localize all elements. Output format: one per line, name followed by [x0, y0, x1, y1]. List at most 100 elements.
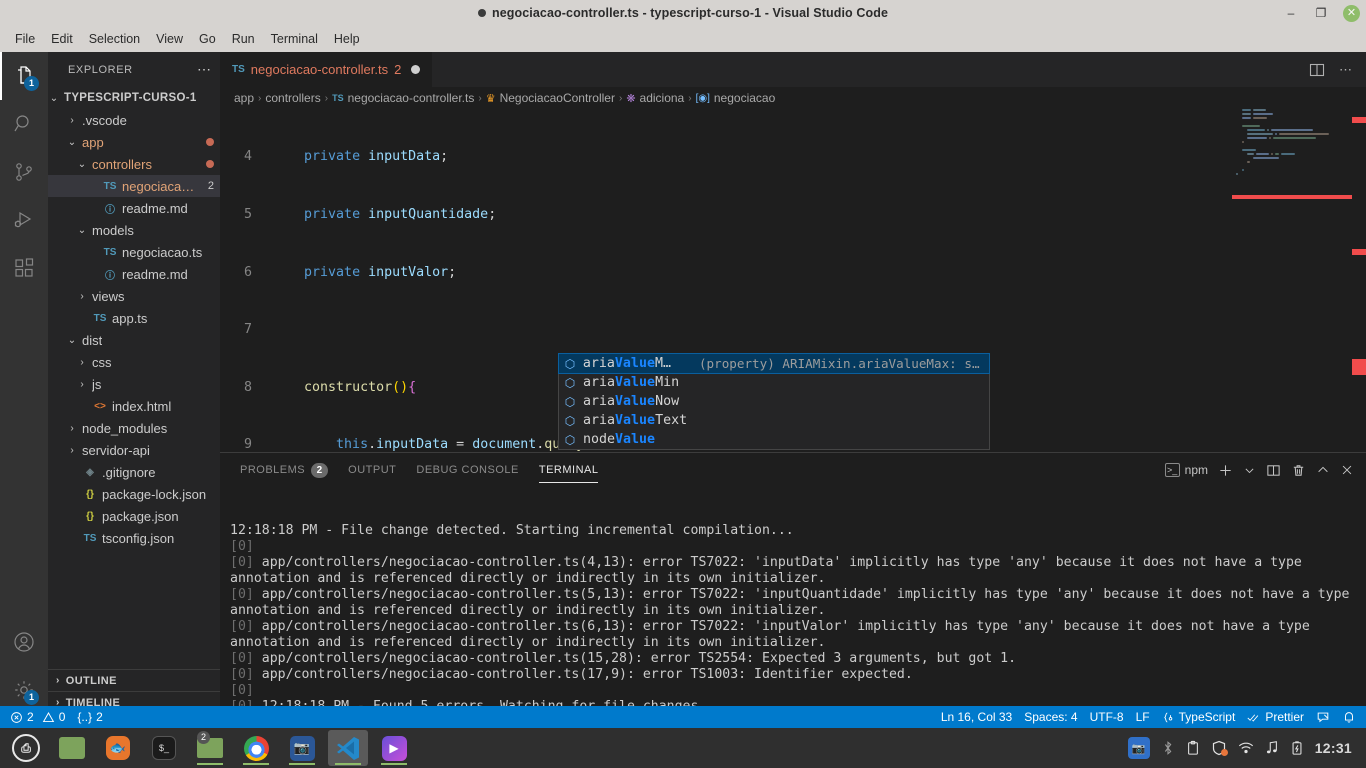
collapse-panel-icon[interactable]: [1316, 463, 1330, 477]
menu-file[interactable]: File: [8, 30, 42, 48]
chevron-down-icon[interactable]: [1243, 464, 1256, 477]
tree-item--gitignore[interactable]: ◈ .gitignore: [48, 461, 220, 483]
taskbar-menu-button[interactable]: ⎙: [6, 730, 46, 766]
autocomplete-suggestions[interactable]: ⬡ ariaValueM… (property) ARIAMixin.ariaVal…: [558, 353, 990, 450]
tree-item--vscode[interactable]: › .vscode: [48, 109, 220, 131]
bluetooth-icon[interactable]: [1161, 740, 1175, 756]
new-terminal-icon[interactable]: [1218, 463, 1233, 478]
tree-item-package-lock-json[interactable]: {} package-lock.json: [48, 483, 220, 505]
maximize-button[interactable]: ❐: [1313, 5, 1329, 21]
taskbar-clock[interactable]: 12:31: [1315, 740, 1352, 756]
tree-item-views[interactable]: › views: [48, 285, 220, 307]
tree-item-servidor-api[interactable]: › servidor-api: [48, 439, 220, 461]
tree-item-js[interactable]: › js: [48, 373, 220, 395]
menu-selection[interactable]: Selection: [82, 30, 147, 48]
status-notifications[interactable]: [1336, 706, 1362, 728]
minimize-button[interactable]: –: [1283, 5, 1299, 21]
tab-output[interactable]: OUTPUT: [338, 453, 406, 487]
close-panel-icon[interactable]: [1340, 463, 1354, 477]
split-terminal-icon[interactable]: [1266, 463, 1281, 478]
status-encoding[interactable]: UTF-8: [1084, 706, 1130, 728]
menu-go[interactable]: Go: [192, 30, 223, 48]
sidebar-section-outline[interactable]: › OUTLINE: [48, 670, 220, 692]
shield-icon[interactable]: [1211, 740, 1228, 756]
taskbar-screenshot-tool[interactable]: 📷: [282, 730, 322, 766]
sidebar-more-actions-icon[interactable]: ⋯: [197, 61, 212, 78]
activity-extensions[interactable]: [0, 244, 48, 292]
activity-accounts[interactable]: [0, 618, 48, 666]
taskbar-media-player[interactable]: ▶: [374, 730, 414, 766]
tree-item-package-json[interactable]: {} package.json: [48, 505, 220, 527]
activity-run-debug[interactable]: [0, 196, 48, 244]
tab-dirty-indicator-icon[interactable]: [411, 65, 421, 74]
tab-problems[interactable]: PROBLEMS 2: [230, 453, 338, 487]
menu-terminal[interactable]: Terminal: [264, 30, 325, 48]
breadcrumb-app[interactable]: app: [234, 91, 254, 105]
tree-root-folder[interactable]: ⌄ TYPESCRIPT-CURSO-1: [48, 87, 220, 109]
music-note-icon[interactable]: [1265, 740, 1279, 756]
breadcrumb-method[interactable]: ❋ adiciona: [626, 91, 684, 105]
tree-item-negociacao-c-[interactable]: TS negociacao-c... 2: [48, 175, 220, 197]
taskbar-vscode[interactable]: [328, 730, 368, 766]
minimap[interactable]: [1232, 109, 1352, 455]
tree-item-app[interactable]: ⌄ app: [48, 131, 220, 153]
menu-run[interactable]: Run: [225, 30, 262, 48]
code-editor[interactable]: 4 private inputData; 5 private inputQuan…: [220, 109, 1366, 455]
menu-view[interactable]: View: [149, 30, 190, 48]
status-feedback[interactable]: [1310, 706, 1336, 728]
battery-icon[interactable]: [1290, 740, 1304, 756]
status-eol[interactable]: LF: [1130, 706, 1156, 728]
status-cursor-position[interactable]: Ln 16, Col 33: [935, 706, 1018, 728]
menu-edit[interactable]: Edit: [44, 30, 80, 48]
close-button[interactable]: ✕: [1343, 4, 1360, 22]
tab-terminal[interactable]: TERMINAL: [529, 453, 609, 487]
tree-item-css[interactable]: › css: [48, 351, 220, 373]
suggestion-item[interactable]: ⬡ ariaValueText: [559, 411, 989, 430]
tree-item-readme-md[interactable]: ⓘ readme.md: [48, 263, 220, 285]
status-ports[interactable]: {..} 2: [71, 706, 108, 728]
editor-more-actions-icon[interactable]: ⋯: [1339, 62, 1352, 78]
taskbar-show-desktop[interactable]: [52, 730, 92, 766]
editor-scrollbar[interactable]: [1352, 109, 1366, 455]
tree-item-models[interactable]: ⌄ models: [48, 219, 220, 241]
tree-item-readme-md[interactable]: ⓘ readme.md: [48, 197, 220, 219]
split-editor-icon[interactable]: [1309, 62, 1325, 78]
suggestion-item[interactable]: ⬡ ariaValueMin: [559, 373, 989, 392]
tree-item-app-ts[interactable]: TS app.ts: [48, 307, 220, 329]
menu-help[interactable]: Help: [327, 30, 367, 48]
tree-item-controllers[interactable]: ⌄ controllers: [48, 153, 220, 175]
file-tree[interactable]: ⌄ TYPESCRIPT-CURSO-1 › .vscode ⌄ app ⌄ contro…: [48, 87, 220, 669]
status-indentation[interactable]: Spaces: 4: [1018, 706, 1083, 728]
status-language-mode[interactable]: TypeScript: [1156, 706, 1242, 728]
terminal-selector[interactable]: >_ npm: [1164, 463, 1208, 477]
status-problems[interactable]: 2 0: [4, 706, 71, 728]
suggestion-item[interactable]: ⬡ ariaValueNow: [559, 392, 989, 411]
activity-source-control[interactable]: [0, 148, 48, 196]
status-formatter[interactable]: Prettier: [1241, 706, 1310, 728]
activity-search[interactable]: [0, 100, 48, 148]
suggestion-item[interactable]: ⬡ nodeValue: [559, 430, 989, 449]
activity-explorer[interactable]: 1: [0, 52, 48, 100]
tree-item-index-html[interactable]: <> index.html: [48, 395, 220, 417]
outline-label: OUTLINE: [65, 674, 117, 687]
breadcrumb-controllers[interactable]: controllers: [265, 91, 320, 105]
breadcrumb-file[interactable]: TS negociacao-controller.ts: [332, 91, 474, 105]
breadcrumb-class[interactable]: ♛ NegociacaoController: [486, 91, 615, 105]
taskbar-chrome[interactable]: [236, 730, 276, 766]
clipboard-icon[interactable]: [1186, 740, 1200, 756]
tab-negociacao-controller[interactable]: TS negociacao-controller.ts 2: [220, 52, 434, 87]
tree-item-node-modules[interactable]: › node_modules: [48, 417, 220, 439]
taskbar-files[interactable]: 2: [190, 730, 230, 766]
taskbar-firefox[interactable]: 🐟: [98, 730, 138, 766]
taskbar-terminal[interactable]: $_: [144, 730, 184, 766]
tree-item-dist[interactable]: ⌄ dist: [48, 329, 220, 351]
tree-item-tsconfig-json[interactable]: TS tsconfig.json: [48, 527, 220, 549]
window-title: negociacao-controller.ts - typescript-cu…: [477, 6, 888, 20]
suggestion-item[interactable]: ⬡ ariaValueM… (property) ARIAMixin.ariaVal…: [558, 353, 990, 374]
kill-terminal-icon[interactable]: [1291, 463, 1306, 478]
tab-debug-console[interactable]: DEBUG CONSOLE: [406, 453, 528, 487]
wifi-icon[interactable]: [1238, 741, 1254, 755]
screenshot-tray-icon[interactable]: 📷: [1127, 737, 1150, 759]
tree-item-negociacao-ts[interactable]: TS negociacao.ts: [48, 241, 220, 263]
breadcrumb-variable[interactable]: [◉] negociacao: [696, 91, 776, 105]
